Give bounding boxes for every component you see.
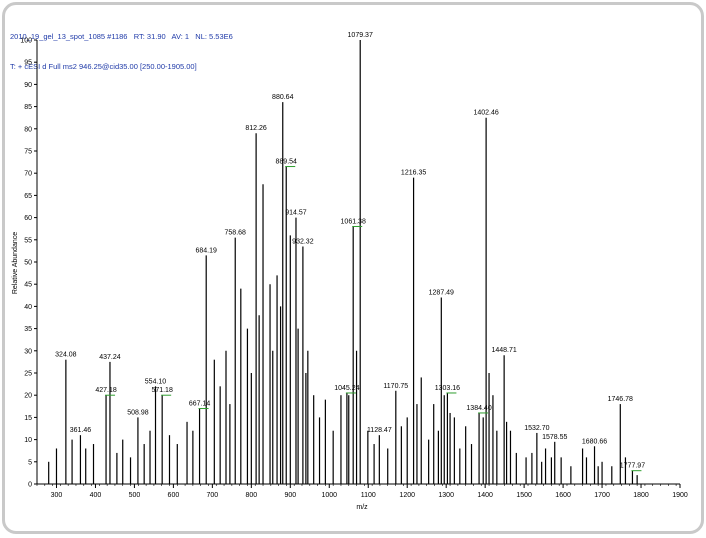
peak-label: 427.18	[95, 387, 117, 394]
y-tick-label: 0	[28, 482, 32, 489]
y-tick-label: 65	[24, 193, 32, 200]
y-tick-label: 25	[24, 371, 32, 378]
y-tick-label: 95	[24, 60, 32, 67]
y-tick-label: 30	[24, 348, 32, 355]
peak-label: 1128.47	[367, 427, 392, 434]
x-tick-label: 500	[129, 492, 141, 499]
peak-label: 914.57	[285, 210, 307, 217]
peak-label: 1532.70	[524, 425, 549, 432]
y-tick-label: 40	[24, 304, 32, 311]
y-tick-label: 90	[24, 82, 32, 89]
x-tick-label: 1700	[594, 492, 610, 499]
x-tick-label: 1500	[516, 492, 532, 499]
x-tick-label: 400	[90, 492, 102, 499]
peak-label: 324.08	[55, 352, 77, 359]
x-tick-label: 1100	[361, 492, 376, 499]
y-tick-label: 85	[24, 104, 32, 111]
peak-label: 1287.49	[429, 290, 454, 297]
peak-label: 1061.38	[341, 218, 366, 225]
y-tick-label: 15	[24, 415, 32, 422]
y-tick-label: 80	[24, 126, 32, 133]
x-axis-title: m/z	[356, 504, 368, 511]
peak-label: 1402.46	[473, 110, 498, 117]
x-tick-label: 1800	[633, 492, 649, 499]
x-tick-label: 1000	[321, 492, 337, 499]
x-tick-label: 800	[245, 492, 257, 499]
y-tick-label: 45	[24, 282, 32, 289]
peak-label: 1384.40	[466, 405, 491, 412]
peak-label: 932.32	[292, 238, 314, 245]
x-tick-label: 600	[168, 492, 180, 499]
peak-label: 889.54	[276, 159, 298, 166]
peak-label: 1216.35	[401, 170, 426, 177]
y-tick-label: 55	[24, 237, 32, 244]
peak-label: 684.19	[195, 247, 217, 254]
y-tick-label: 35	[24, 326, 32, 333]
peak-labels: 324.08 361.46 427.18 437.24 508.98 554.10 571.…	[55, 32, 645, 472]
x-tick-label: 1600	[555, 492, 571, 499]
peak-label: 508.98	[127, 409, 149, 416]
y-tick-label: 50	[24, 260, 32, 267]
mass-spectrum-chart: 0 5 10 15 20 25 30 35 40 45 50 55 60 65 70 75 80 85 90 95 10…	[12, 32, 688, 511]
y-tick-label: 20	[24, 393, 32, 400]
peak-label: 1746.78	[608, 396, 633, 403]
peak-label: 667.14	[189, 401, 211, 408]
peak-label: 1079.37	[348, 32, 373, 39]
peak-label: 758.68	[225, 230, 247, 237]
peak-label: 1303.16	[435, 385, 460, 392]
x-tick-label: 1300	[438, 492, 454, 499]
x-tick-label: 700	[207, 492, 219, 499]
x-tick-label: 1200	[399, 492, 415, 499]
peak-label: 1045.24	[334, 385, 359, 392]
axes: 0 5 10 15 20 25 30 35 40 45 50 55 60 65 70 75 80 85 90 95 10…	[20, 38, 688, 500]
peak-label: 554.10	[145, 378, 167, 385]
peak-label: 1680.66	[582, 438, 607, 445]
y-tick-label: 100	[20, 38, 32, 45]
x-tick-label: 1400	[477, 492, 493, 499]
peak-label: 1170.75	[383, 383, 408, 390]
y-tick-label: 5	[28, 459, 32, 466]
peak-label: 880.64	[272, 94, 294, 101]
peak-label: 361.46	[70, 427, 92, 434]
x-tick-label: 900	[284, 492, 296, 499]
y-tick-label: 75	[24, 149, 32, 156]
y-tick-label: 60	[24, 215, 32, 222]
peak-label: 437.24	[99, 354, 121, 361]
peak-label: 1578.55	[542, 434, 567, 441]
y-axis-title: Relative Abundance	[12, 232, 19, 294]
x-tick-label: 1900	[672, 492, 688, 499]
peak-label: 812.26	[245, 125, 267, 132]
y-tick-label: 70	[24, 171, 32, 178]
y-tick-label: 10	[24, 437, 32, 444]
peak-label: 1777.97	[620, 463, 645, 470]
peaks	[48, 40, 638, 484]
peak-label: 571.18	[151, 387, 173, 394]
peak-label: 1448.71	[491, 347, 516, 354]
x-tick-label: 300	[51, 492, 63, 499]
